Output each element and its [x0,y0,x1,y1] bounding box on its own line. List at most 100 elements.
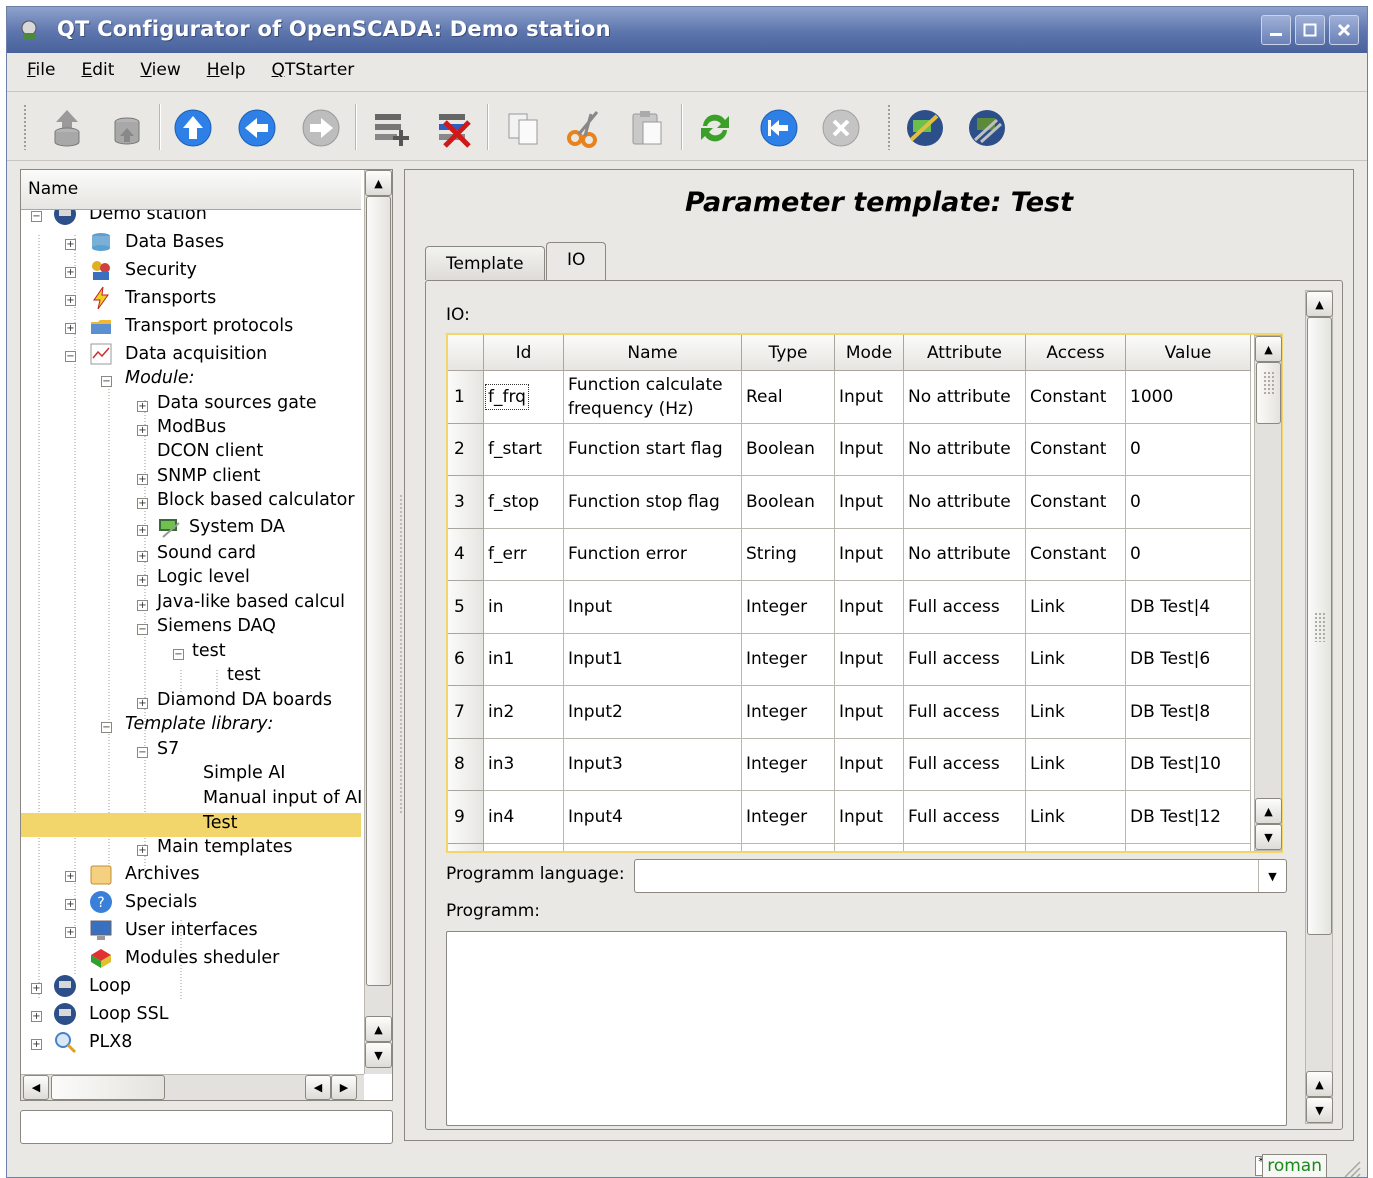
table-cell-value[interactable]: 0 [1126,528,1251,581]
close-button[interactable] [1329,15,1359,45]
table-cell-mode[interactable]: Input [835,528,904,581]
tree-item-test-template[interactable]: Test [21,813,361,837]
expand-icon[interactable]: + [65,927,76,938]
table-cell-access[interactable]: Link [1026,791,1126,844]
expand-icon[interactable]: + [137,425,148,436]
db-load-button[interactable] [45,106,89,150]
table-cell-value[interactable]: DB Test|6 [1126,633,1251,686]
expand-icon[interactable]: + [65,295,76,306]
table-cell-mode[interactable]: Input [835,791,904,844]
table-cell-id[interactable]: f_err [484,528,564,581]
table-row-partial[interactable] [742,843,835,851]
copy-button[interactable] [501,106,545,150]
table-cell-access[interactable]: Constant [1026,423,1126,476]
expand-icon[interactable]: + [31,1039,42,1050]
menu-file[interactable]: File [27,60,55,80]
table-cell-name[interactable]: Input3 [564,738,742,791]
menu-help[interactable]: Help [207,60,246,80]
scroll-thumb[interactable] [366,196,391,986]
expand-icon[interactable]: + [65,239,76,250]
scroll-up-button[interactable]: ▲ [1306,1071,1333,1097]
column-header[interactable]: Access [1026,335,1126,371]
row-header[interactable]: 9 [448,791,484,844]
table-cell-mode[interactable]: Input [835,476,904,529]
table-cell-id[interactable]: f_start [484,423,564,476]
table-cell-id[interactable]: f_stop [484,476,564,529]
scroll-thumb[interactable] [51,1075,165,1100]
table-cell-name[interactable]: Function error [564,528,742,581]
menu-edit[interactable]: Edit [81,60,114,80]
table-cell-value[interactable]: 1000 [1126,371,1251,424]
column-header[interactable]: Name [564,335,742,371]
table-cell-name[interactable]: Input [564,581,742,634]
paste-button[interactable] [625,106,669,150]
row-header[interactable]: 4 [448,528,484,581]
scroll-left-button[interactable]: ◀ [305,1075,331,1100]
user-badge[interactable]: roman [1262,1154,1327,1178]
table-cell-attr[interactable]: Full access [904,581,1026,634]
expand-icon[interactable]: + [137,600,148,611]
table-cell-type[interactable]: Integer [742,581,835,634]
tab-template[interactable]: Template [425,246,545,280]
table-cell-mode[interactable]: Input [835,581,904,634]
menu-view[interactable]: View [140,60,180,80]
table-cell-access[interactable]: Link [1026,738,1126,791]
expand-icon[interactable]: + [137,401,148,412]
scroll-left-button[interactable]: ◀ [23,1075,49,1100]
table-cell-name[interactable]: Function stop flag [564,476,742,529]
table-cell-type[interactable]: Integer [742,633,835,686]
scroll-thumb[interactable] [1307,317,1332,935]
io-table[interactable]: Id Name Type Mode Attribute Access Value 1 f_frq… [446,333,1283,853]
row-header[interactable]: 1 [448,371,484,424]
table-row-partial[interactable] [484,843,564,851]
table-cell-access[interactable]: Constant [1026,528,1126,581]
status-line-input[interactable] [20,1110,393,1144]
tree-horizontal-scrollbar[interactable]: ◀ ◀ ▶ [21,1074,364,1100]
table-cell-id[interactable]: in [484,581,564,634]
io-table-scrollbar[interactable]: ▲ ▲ ▼ [1254,335,1282,851]
table-corner-header[interactable] [448,335,484,371]
start-button[interactable] [757,106,801,150]
expand-icon[interactable]: + [137,698,148,709]
table-cell-id[interactable]: in3 [484,738,564,791]
configurator-button[interactable] [965,106,1009,150]
column-header[interactable]: Mode [835,335,904,371]
table-cell-type[interactable]: Integer [742,686,835,739]
collapse-icon[interactable]: − [173,649,184,660]
program-language-select[interactable]: ▼ [634,859,1287,893]
table-row-partial[interactable] [1026,843,1126,851]
table-cell-type[interactable]: Boolean [742,423,835,476]
table-cell-value[interactable]: DB Test|4 [1126,581,1251,634]
collapse-icon[interactable]: − [65,351,76,362]
table-row-partial[interactable] [564,843,742,851]
table-cell-id[interactable]: in1 [484,633,564,686]
scroll-down-button[interactable]: ▼ [365,1042,392,1068]
scroll-up-button[interactable]: ▲ [365,1016,392,1042]
db-save-button[interactable] [105,106,149,150]
table-cell-mode[interactable]: Input [835,423,904,476]
tree-vertical-scrollbar[interactable]: ▲ ▲ ▼ [364,170,392,1074]
table-cell-attr[interactable]: No attribute [904,423,1026,476]
table-cell-access[interactable]: Constant [1026,476,1126,529]
forward-button[interactable] [299,106,343,150]
scroll-up-button[interactable]: ▲ [365,170,392,196]
refresh-button[interactable] [693,106,737,150]
scroll-up-button[interactable]: ▲ [1255,798,1282,824]
row-header[interactable]: 5 [448,581,484,634]
program-textarea[interactable] [446,931,1287,1126]
expand-icon[interactable]: + [137,845,148,856]
tree-header-name[interactable]: Name [21,170,361,210]
table-cell-access[interactable]: Link [1026,633,1126,686]
table-cell-access[interactable]: Link [1026,686,1126,739]
collapse-icon[interactable]: − [31,211,42,222]
row-header[interactable]: 7 [448,686,484,739]
table-cell-type[interactable]: Integer [742,738,835,791]
resize-grip-icon[interactable] [1341,1158,1361,1178]
minimize-button[interactable] [1261,15,1291,45]
delete-item-button[interactable] [433,106,477,150]
collapse-icon[interactable]: − [137,624,148,635]
table-cell-value[interactable]: DB Test|12 [1126,791,1251,844]
expand-icon[interactable]: + [65,871,76,882]
table-cell-value[interactable]: DB Test|8 [1126,686,1251,739]
table-row-partial[interactable] [904,843,1026,851]
